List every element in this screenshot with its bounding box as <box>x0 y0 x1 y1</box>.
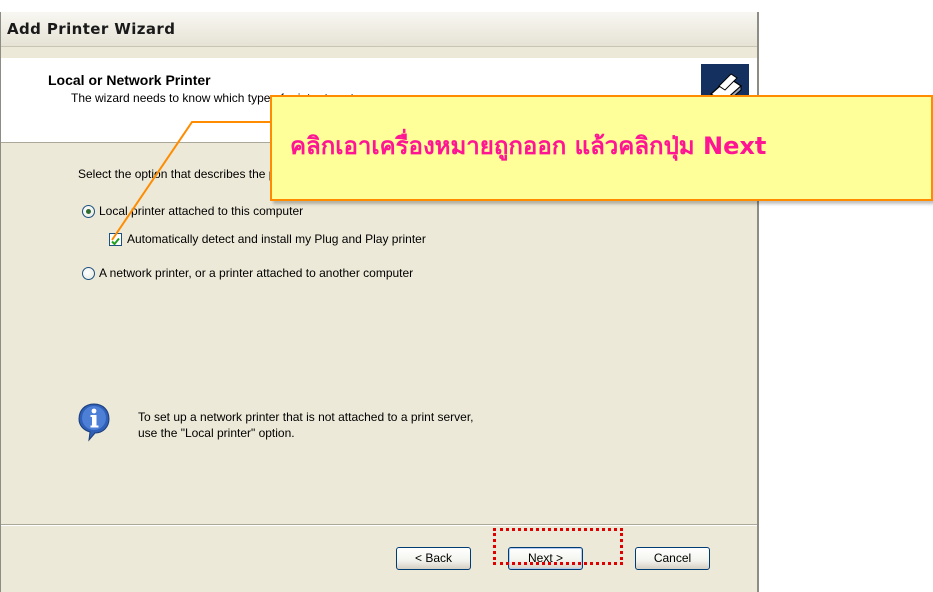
info-text-line1: To set up a network printer that is not … <box>138 410 474 424</box>
next-button-highlight <box>493 528 623 565</box>
header-title: Local or Network Printer <box>48 72 211 88</box>
back-button[interactable]: < Back <box>396 547 471 570</box>
plug-and-play-label[interactable]: Automatically detect and install my Plug… <box>127 232 426 246</box>
local-printer-label[interactable]: Local printer attached to this computer <box>99 204 303 218</box>
radio-selected-dot <box>86 209 91 214</box>
title-bar[interactable]: Add Printer Wizard <box>1 12 757 47</box>
info-text-line2: use the "Local printer" option. <box>138 426 295 440</box>
button-separator <box>1 524 757 526</box>
cancel-button[interactable]: Cancel <box>635 547 710 570</box>
info-icon <box>78 403 110 442</box>
checkmark-icon <box>111 237 120 246</box>
network-printer-label[interactable]: A network printer, or a printer attached… <box>99 266 413 280</box>
callout-text: คลิกเอาเครื่องหมายถูกออก แล้วคลิกปุ่ม Ne… <box>290 132 767 160</box>
instruction-callout: คลิกเอาเครื่องหมายถูกออก แล้วคลิกปุ่ม Ne… <box>270 95 933 201</box>
window-title: Add Printer Wizard <box>7 20 176 38</box>
network-printer-radio[interactable] <box>82 267 95 280</box>
plug-and-play-checkbox[interactable] <box>109 233 122 246</box>
local-printer-radio[interactable] <box>82 205 95 218</box>
